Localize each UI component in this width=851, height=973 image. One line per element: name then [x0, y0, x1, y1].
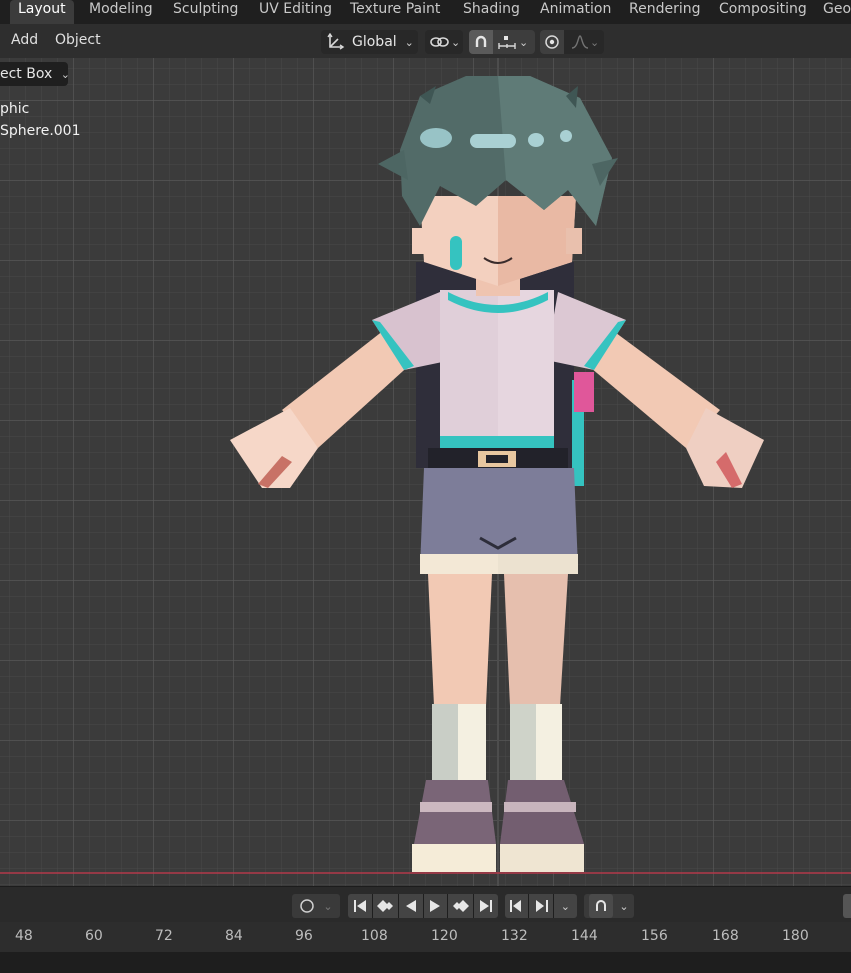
frame-tick: 144 [571, 928, 598, 944]
proportional-edit-icon[interactable] [540, 30, 564, 54]
jump-to-start-icon[interactable] [348, 894, 373, 918]
chevron-down-icon[interactable]: ⌄ [554, 900, 577, 913]
frame-tick: 60 [85, 928, 103, 944]
tab-texture-paint[interactable]: Texture Paint [342, 0, 448, 24]
play-reverse-icon[interactable] [399, 894, 424, 918]
menu-add[interactable]: Add [11, 32, 38, 48]
frame-tick: 180 [782, 928, 809, 944]
frame-tick: 84 [225, 928, 243, 944]
tab-animation[interactable]: Animation [532, 0, 619, 24]
tab-uv-editing[interactable]: UV Editing [251, 0, 340, 24]
menu-object[interactable]: Object [55, 32, 101, 48]
auto-keying-group[interactable]: ⌄ [292, 894, 340, 918]
workspace-tab-bar: Layout Modeling Sculpting UV Editing Tex… [0, 0, 851, 24]
view-perspective-text: phic [0, 101, 30, 117]
active-object-name: Sphere.001 [0, 123, 81, 139]
chevron-down-icon: ⌄ [590, 35, 600, 49]
magnet-icon[interactable] [469, 30, 493, 54]
frame-tick: 72 [155, 928, 173, 944]
tab-rendering[interactable]: Rendering [621, 0, 709, 24]
status-bar [0, 952, 851, 973]
snapping-group[interactable]: ⌄ [469, 30, 535, 54]
select-mode-label: ect Box [0, 66, 53, 82]
character-model [0, 58, 851, 886]
frame-tick: 120 [431, 928, 458, 944]
chevron-down-icon: ⌄ [60, 68, 70, 81]
proportional-editing-group[interactable]: ⌄ [540, 30, 604, 54]
frame-tick: 96 [295, 928, 313, 944]
tab-modeling[interactable]: Modeling [81, 0, 161, 24]
tab-compositing[interactable]: Compositing [711, 0, 815, 24]
chevron-down-icon: ⌄ [619, 899, 629, 913]
tab-shading[interactable]: Shading [455, 0, 528, 24]
snap-increment-icon[interactable] [497, 34, 517, 50]
3d-viewport[interactable] [0, 58, 851, 886]
tab-sculpting[interactable]: Sculpting [165, 0, 246, 24]
timeline-scroll-handle[interactable] [843, 894, 851, 918]
next-keyframe-icon[interactable] [448, 894, 475, 918]
chevron-down-icon: ⌄ [323, 899, 333, 913]
falloff-curve-icon[interactable] [570, 34, 590, 50]
jump-to-end-icon[interactable] [474, 894, 498, 918]
frame-tick: 48 [15, 928, 33, 944]
magnet-icon[interactable] [589, 894, 614, 918]
next-marker-icon[interactable] [529, 894, 554, 918]
transform-orientation-dropdown[interactable]: Global ⌄ [321, 30, 418, 54]
tab-layout[interactable]: Layout [10, 0, 74, 24]
playback-options-group[interactable]: ⌄ [584, 894, 634, 918]
previous-keyframe-icon[interactable] [373, 894, 399, 918]
pivot-point-dropdown[interactable]: ⌄ [425, 30, 463, 54]
chevron-down-icon: ⌄ [519, 35, 529, 49]
orientation-label: Global [352, 34, 397, 50]
chevron-down-icon: ⌄ [404, 35, 414, 49]
frame-tick: 156 [641, 928, 668, 944]
frame-tick: 108 [361, 928, 388, 944]
record-icon[interactable] [299, 898, 315, 914]
keyframe-nav-group: ⌄ [505, 894, 577, 918]
select-mode-dropdown[interactable]: ect Box ⌄ [0, 62, 70, 86]
previous-marker-icon[interactable] [505, 894, 530, 918]
link-icon [429, 34, 451, 50]
frame-tick: 132 [501, 928, 528, 944]
tab-geometry-nodes[interactable]: Geo [815, 0, 851, 24]
play-icon[interactable] [424, 894, 449, 918]
playback-controls [348, 894, 498, 918]
chevron-down-icon: ⌄ [451, 35, 461, 49]
frame-tick: 168 [712, 928, 739, 944]
orientation-axes-icon [326, 33, 346, 51]
